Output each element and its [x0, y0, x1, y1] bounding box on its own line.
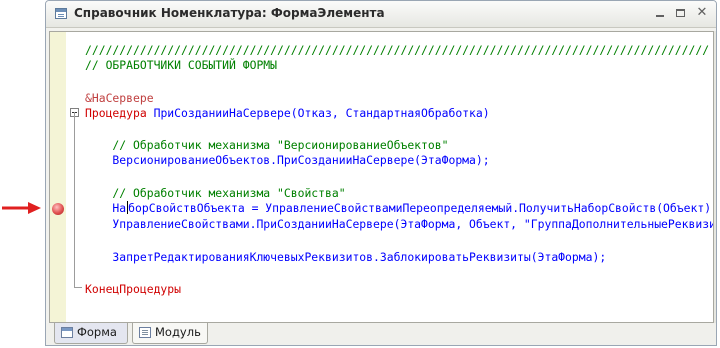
comment: // Обработчик механизма "Свойства" — [85, 186, 346, 200]
keyword-end-procedure: КонецПроцедуры — [85, 282, 182, 296]
preprocessor-directive: &НаСервере — [85, 91, 154, 105]
code-editor[interactable]: ////////////////////////////////////////… — [49, 31, 714, 323]
tab-form[interactable]: Форма — [54, 323, 128, 344]
code-line: ////////////////////////////////////////… — [85, 42, 709, 58]
form-window-icon — [55, 8, 67, 19]
title-bar[interactable]: Справочник Номенклатура: ФормаЭлемента ✕ — [46, 1, 716, 28]
breakpoint-icon[interactable] — [52, 203, 64, 215]
code-line: // Обработчик механизма "Свойства" — [85, 185, 346, 201]
minimize-button[interactable] — [652, 6, 668, 21]
fold-guide-end — [74, 287, 82, 288]
vertical-scrollbar[interactable] — [714, 31, 716, 323]
keyword-procedure: Процедура — [85, 106, 147, 120]
code-line: УправлениеСвойствами.ПриСозданииНаСервер… — [85, 216, 714, 232]
form-window: Справочник Номенклатура: ФормаЭлемента ✕… — [45, 0, 717, 346]
breakpoint-gutter[interactable] — [50, 32, 66, 322]
code-line-current: На борСвойствОбъекта = УправлениеСвойства… — [85, 200, 714, 216]
form-icon — [61, 327, 73, 338]
tab-module[interactable]: Модуль — [132, 323, 208, 344]
code-statement: УправлениеСвойствами.ПриСозданииНаСервер… — [85, 217, 714, 231]
fold-guide — [74, 112, 75, 287]
code-statement: ЗапретРедактированияКлючевыхРеквизитов.З… — [85, 250, 607, 264]
window-title: Справочник Номенклатура: ФормаЭлемента — [74, 6, 385, 20]
module-icon — [139, 327, 151, 338]
procedure-signature: ПриСозданииНаСервере(Отказ, СтандартнаяО… — [146, 106, 490, 120]
code-line: &НаСервере — [85, 90, 154, 106]
code-line: ВерсионированиеОбъектов.ПриСозданииНаСер… — [85, 152, 490, 168]
code-line: КонецПроцедуры — [85, 281, 181, 297]
code-statement: ВерсионированиеОбъектов.ПриСозданииНаСер… — [85, 153, 490, 167]
comment-separator: ////////////////////////////////////////… — [85, 43, 710, 57]
comment: // Обработчик механизма "Версионирование… — [85, 138, 449, 152]
tab-label: Форма — [77, 325, 117, 339]
pointer-arrow-icon — [2, 202, 41, 214]
code-line: // Обработчик механизма "Версионирование… — [85, 137, 448, 153]
code-statement-start: На — [85, 201, 127, 215]
comment: // ОБРАБОТЧИКИ СОБЫТИЙ ФОРМЫ — [85, 58, 278, 72]
code-statement-rest: борСвойствОбъекта = УправлениеСвойствами… — [128, 201, 714, 215]
tab-label: Модуль — [155, 325, 201, 339]
maximize-button[interactable] — [673, 6, 689, 21]
tab-bar: Форма Модуль — [46, 323, 716, 345]
close-button[interactable]: ✕ — [694, 6, 710, 21]
code-line: ЗапретРедактированияКлючевыхРеквизитов.З… — [85, 249, 606, 265]
code-line: // ОБРАБОТЧИКИ СОБЫТИЙ ФОРМЫ — [85, 57, 277, 73]
code-line: Процедура ПриСозданииНаСервере(Отказ, Ст… — [85, 105, 490, 121]
